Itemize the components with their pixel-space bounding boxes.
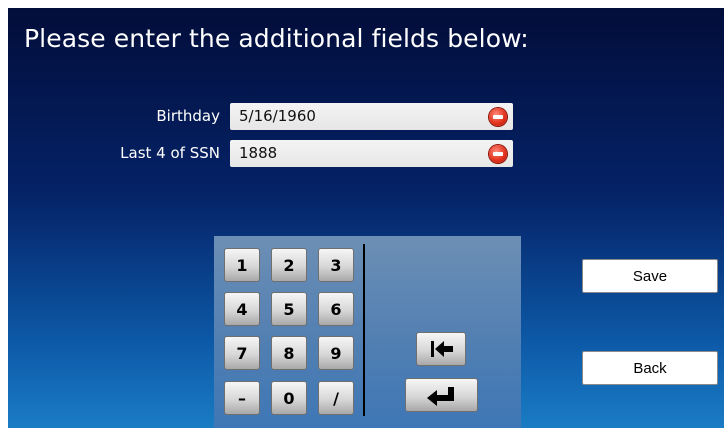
save-button[interactable]: Save xyxy=(582,259,718,293)
keypad-divider xyxy=(363,244,365,416)
key-0[interactable]: 0 xyxy=(271,381,307,415)
key-6[interactable]: 6 xyxy=(318,292,354,326)
key-9[interactable]: 9 xyxy=(318,336,354,370)
key-1[interactable]: 1 xyxy=(224,248,260,282)
key-dash[interactable]: – xyxy=(224,381,260,415)
ssn-label: Last 4 of SSN xyxy=(120,144,220,162)
key-8[interactable]: 8 xyxy=(271,336,307,370)
screen: Please enter the additional fields below… xyxy=(8,8,724,428)
birthday-label: Birthday xyxy=(156,107,220,125)
keypad: 1 2 3 4 5 6 7 8 9 – 0 / xyxy=(214,236,521,428)
key-slash[interactable]: / xyxy=(318,381,354,415)
key-4[interactable]: 4 xyxy=(224,292,260,326)
enter-icon xyxy=(427,387,454,406)
tab-back-icon xyxy=(431,341,453,357)
back-button[interactable]: Back xyxy=(582,351,718,385)
birthday-value: 5/16/1960 xyxy=(239,107,316,125)
ssn-field[interactable]: 1888 xyxy=(230,140,513,167)
tab-back-key[interactable] xyxy=(416,332,466,366)
key-5[interactable]: 5 xyxy=(271,292,307,326)
page-title: Please enter the additional fields below… xyxy=(24,24,529,53)
birthday-field[interactable]: 5/16/1960 xyxy=(230,103,513,130)
ssn-value: 1888 xyxy=(239,144,278,162)
key-2[interactable]: 2 xyxy=(271,248,307,282)
enter-key[interactable] xyxy=(405,378,478,412)
key-7[interactable]: 7 xyxy=(224,336,260,370)
clear-icon[interactable] xyxy=(489,108,507,126)
key-3[interactable]: 3 xyxy=(318,248,354,282)
clear-icon[interactable] xyxy=(489,145,507,163)
